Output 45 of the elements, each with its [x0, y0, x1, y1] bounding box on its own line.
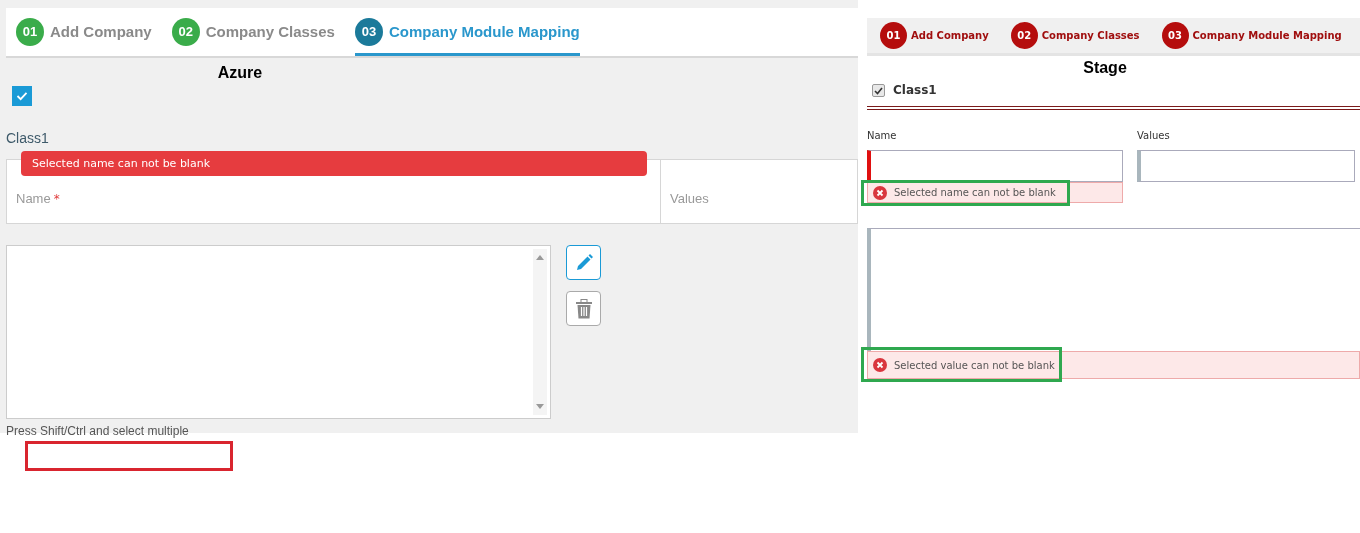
step-number: 03	[1161, 22, 1189, 49]
name-input[interactable]	[867, 150, 1123, 182]
values-input[interactable]	[1137, 150, 1355, 182]
class-label: Class1	[6, 130, 49, 146]
error-icon	[873, 358, 887, 372]
error-text: Selected name can not be blank	[894, 187, 1056, 198]
step-label: Add Company	[50, 23, 152, 40]
class-label: Class1	[893, 83, 937, 97]
values-textarea[interactable]	[867, 228, 1360, 351]
name-label: Name	[16, 191, 51, 206]
hint-text: Press Shift/Ctrl and select multiple	[6, 425, 189, 438]
step-number: 03	[354, 17, 383, 46]
error-icon	[873, 185, 887, 200]
step-tab[interactable]: 03 Company Module Mapping	[354, 8, 580, 56]
values-label: Values	[670, 191, 709, 206]
scrollbar[interactable]	[533, 249, 547, 415]
checkbox[interactable]	[872, 83, 885, 97]
step-tab[interactable]: 02 Company Classes	[171, 8, 335, 56]
step-label: Company Module Mapping	[1192, 30, 1342, 41]
step-number: 01	[16, 17, 44, 46]
checkbox[interactable]	[12, 86, 32, 106]
step-label: Company Classes	[1041, 30, 1140, 41]
step-label: Add Company	[911, 30, 989, 41]
environment-heading: Azure	[216, 64, 264, 82]
error-tooltip: Selected name can not be blank	[21, 151, 647, 176]
step-tab[interactable]: 01 Add Company	[880, 22, 989, 49]
step-number: 02	[1010, 22, 1038, 49]
scroll-up-arrow-icon[interactable]	[536, 255, 544, 260]
step-tab[interactable]: 03 Company Module Mapping	[1161, 22, 1342, 49]
environment-heading: Stage	[1082, 59, 1128, 77]
step-number: 01	[880, 22, 907, 49]
scroll-down-arrow-icon[interactable]	[536, 404, 544, 409]
values-label: Values	[1137, 130, 1171, 141]
step-tab[interactable]: 01 Add Company	[16, 8, 152, 56]
step-number: 02	[171, 17, 200, 46]
required-marker: *	[53, 192, 60, 206]
name-label: Name	[867, 130, 898, 141]
values-cell[interactable]: Values	[661, 160, 857, 223]
step-label: Company Module Mapping	[388, 23, 580, 40]
edit-button[interactable]	[566, 245, 601, 280]
trash-icon	[574, 298, 593, 319]
step-label: Company Classes	[205, 23, 335, 40]
step-tab[interactable]: 02 Company Classes	[1010, 22, 1140, 49]
error-text: Selected value can not be blank	[894, 359, 1055, 371]
delete-button[interactable]	[566, 291, 601, 326]
